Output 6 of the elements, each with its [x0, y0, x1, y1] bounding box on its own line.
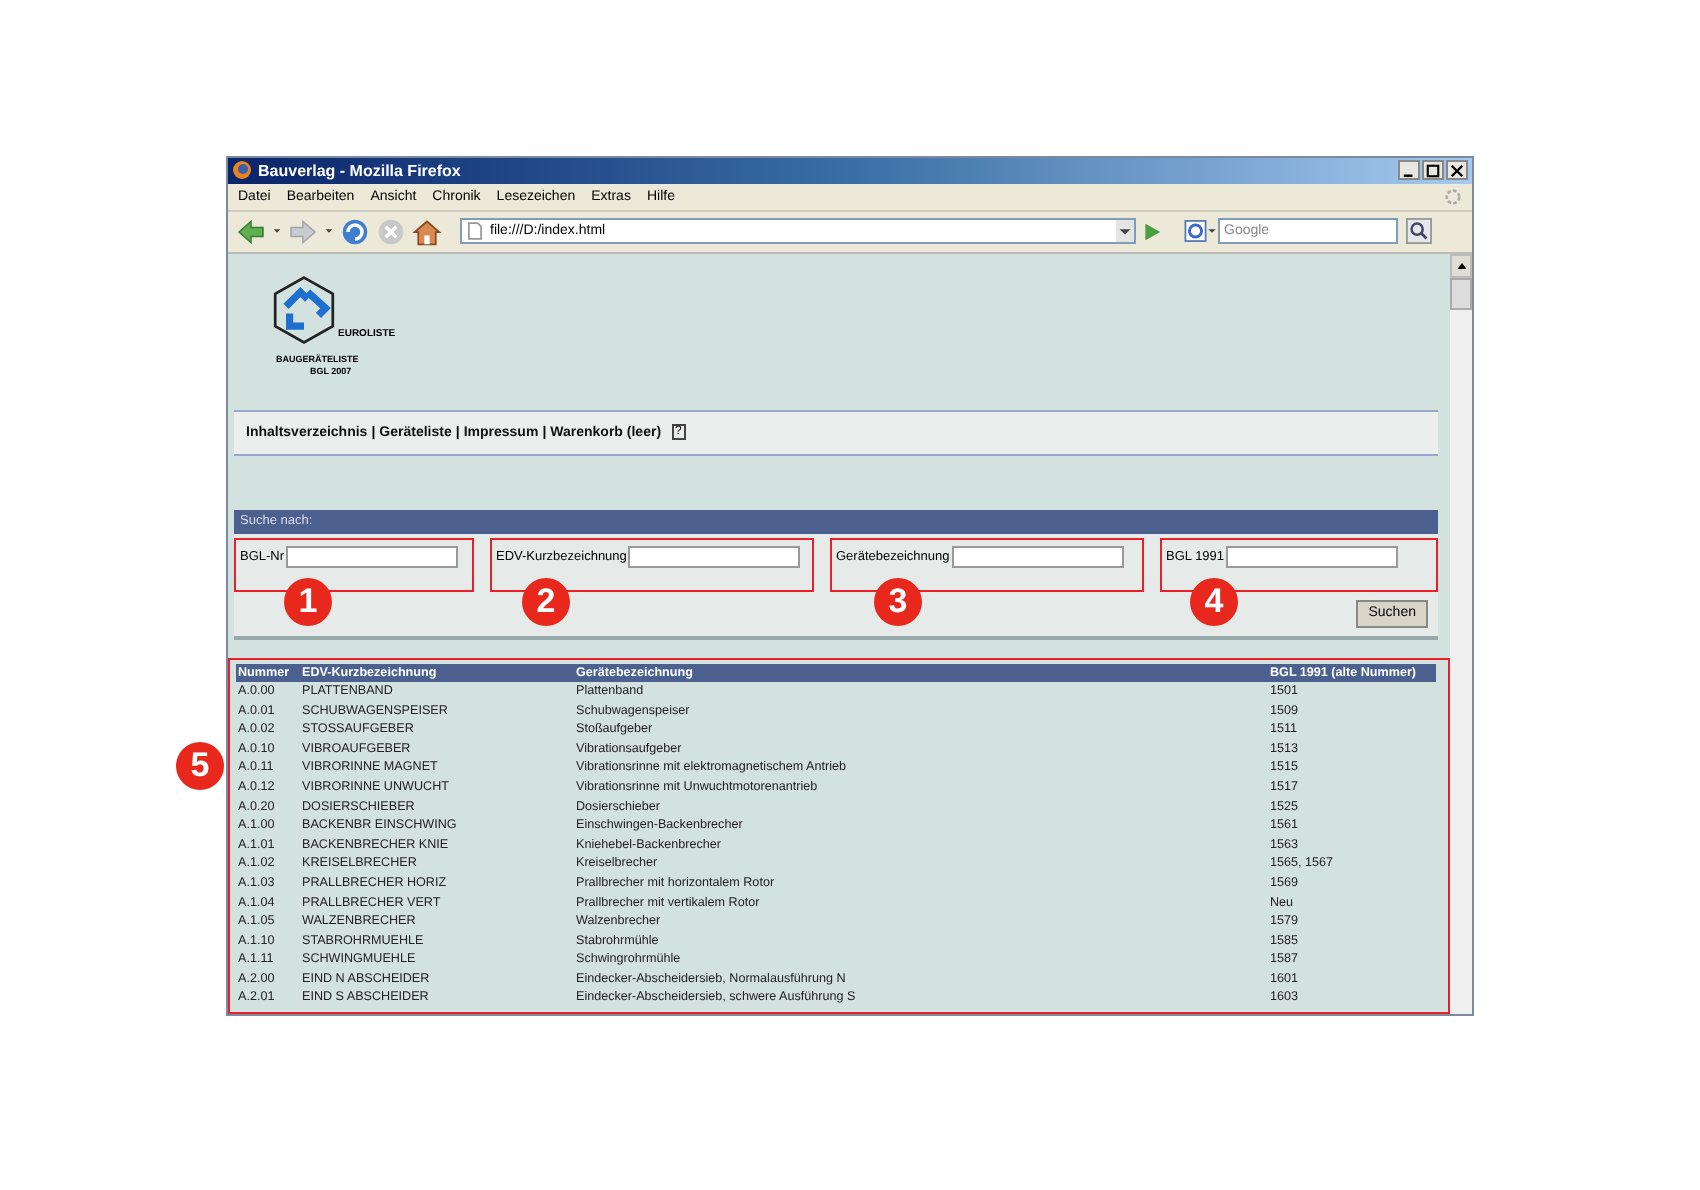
callout-number: 1 [284, 577, 332, 626]
callout-number: 2 [522, 577, 570, 626]
window-title: Bauverlag - Mozilla Firefox [258, 161, 463, 180]
callout-number: 5 [176, 741, 224, 790]
callout-number: 3 [874, 577, 922, 626]
callout-number: 4 [1190, 577, 1238, 626]
